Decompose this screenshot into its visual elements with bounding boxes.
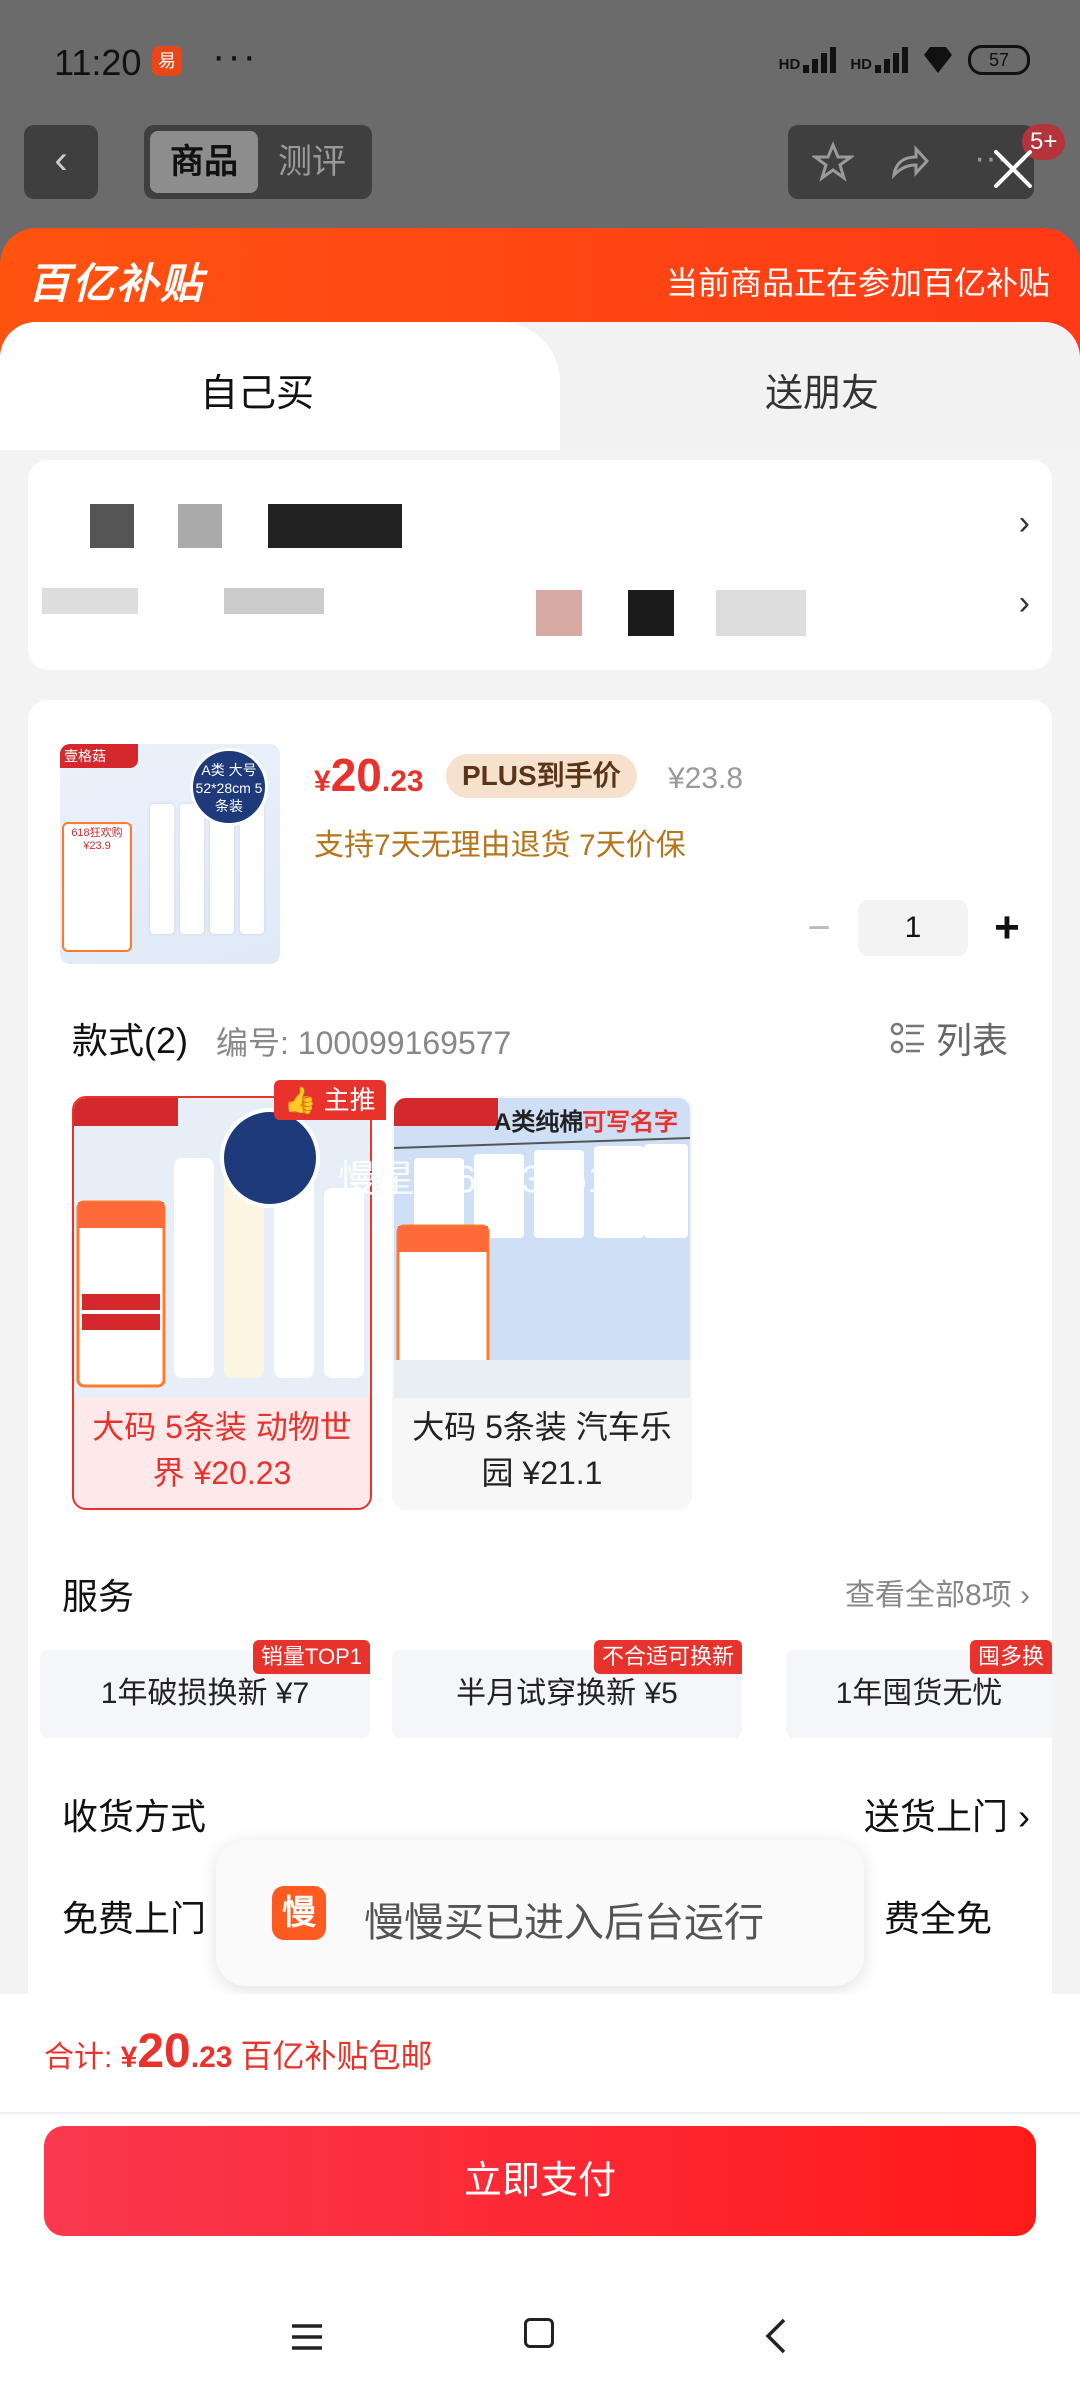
redacted-block [716, 590, 806, 636]
tab-review[interactable]: 测评 [258, 131, 366, 193]
order-content: › › 壹格菇 A类 大号52*28cm 5条装 618狂欢购 ¥23.9 ¥2… [0, 450, 1080, 1995]
redacted-block [536, 590, 582, 636]
status-icons: HD HD 57 [779, 40, 1030, 80]
service-option[interactable]: 1年囤货无忧 囤多换 [786, 1640, 1052, 1738]
variant-image-subtitle: 可写名字 [582, 1109, 678, 1136]
variant-option[interactable]: 大码 5条装 动物世界 ¥20.23 [72, 1096, 372, 1510]
address-card[interactable]: › › [28, 460, 1052, 670]
service-tag: 销量TOP1 [252, 1640, 370, 1674]
home-icon[interactable] [524, 2318, 554, 2348]
checkout-footer: 合计: ¥20.23 百亿补贴包邮 立即支付 [0, 1994, 1080, 2400]
list-view-toggle[interactable]: 列表 [890, 1012, 1008, 1064]
decrease-button[interactable]: − [794, 906, 844, 951]
redacted-block [42, 588, 138, 614]
back-button[interactable]: ‹ [24, 125, 98, 199]
quantity-stepper: − 1 + [794, 900, 1032, 956]
variant-name: 大码 5条装 汽车乐园 ¥21.1 [412, 1409, 672, 1491]
original-price: ¥23.8 [668, 762, 744, 795]
quantity-value[interactable]: 1 [858, 900, 968, 956]
service-tag: 不合适可换新 [593, 1640, 742, 1674]
signal-icon-2: HD [850, 47, 908, 73]
background-toast: 慢 慢慢买已进入后台运行 [216, 1840, 864, 1986]
redacted-block [268, 504, 402, 548]
toast-message: 慢慢买已进入后台运行 [364, 1901, 764, 1945]
product-thumbnail: 壹格菇 A类 大号52*28cm 5条装 618狂欢购 ¥23.9 [60, 744, 280, 964]
share-icon[interactable] [888, 141, 930, 183]
recommended-tag: 👍 主推 [274, 1080, 386, 1120]
more-notifications-icon: ··· [212, 34, 258, 78]
view-all-services[interactable]: 查看全部8项 › [845, 1570, 1030, 1614]
subsidy-note: 当前商品正在参加百亿补贴 [665, 265, 1050, 301]
shipping-method[interactable]: 送货上门 › [864, 1788, 1030, 1840]
signal-icon: HD [779, 47, 837, 73]
variant-image [394, 1098, 690, 1398]
product-card: 壹格菇 A类 大号52*28cm 5条装 618狂欢购 ¥23.9 ¥20.23… [28, 700, 1052, 1995]
chevron-right-icon: › [1018, 584, 1030, 622]
service-option[interactable]: 1年破损换新 ¥7 销量TOP1 [40, 1640, 370, 1738]
battery-icon: 57 [968, 45, 1030, 75]
back-icon[interactable] [760, 2316, 796, 2356]
redacted-block [178, 504, 222, 548]
status-bar: 11:20 易 ··· HD HD 57 [0, 0, 1080, 120]
order-total: 合计: ¥20.23 百亿补贴包邮 [44, 2025, 433, 2078]
product-price: ¥20.23 [314, 749, 424, 801]
plus-price-tag: PLUS到手价 [446, 754, 637, 798]
divider [0, 2112, 1080, 2114]
service-tag: 囤多换 [969, 1640, 1052, 1674]
return-policy: 支持7天无理由退货 7天价保 [314, 829, 686, 862]
product-code: 编号: 100099169577 [216, 1025, 512, 1061]
watermark-text: 慢星人6973761R1 [338, 1159, 661, 1201]
purchase-mode-tabs: 自己买 送朋友 [0, 322, 1080, 452]
status-time: 11:20 [54, 42, 142, 83]
variant-image-title: A类纯棉 [494, 1109, 584, 1136]
product-top-nav: ‹ 商品 测评 ··· [0, 125, 1080, 205]
redacted-block [90, 504, 134, 548]
brand-tag: 壹格菇 [60, 744, 138, 768]
redacted-block [628, 590, 674, 636]
variant-name: 大码 5条装 动物世界 ¥20.23 [92, 1409, 352, 1491]
favorite-icon[interactable] [812, 141, 854, 183]
menu-icon[interactable] [290, 2322, 324, 2352]
wifi-icon [924, 47, 952, 73]
app-notification-icon: 易 [152, 46, 182, 76]
variant-image [74, 1098, 370, 1398]
increase-button[interactable]: + [982, 903, 1032, 953]
tab-buy-for-self[interactable]: 自己买 [0, 322, 560, 452]
service-title: 服务 [62, 1576, 135, 1617]
close-icon[interactable] [986, 142, 1040, 196]
system-nav-bar [0, 2294, 1080, 2400]
free-delivery-note: 费全免 [883, 1898, 992, 1939]
subsidy-logo: 百亿补贴 [28, 260, 205, 307]
service-option[interactable]: 半月试穿换新 ¥5 不合适可换新 [392, 1640, 742, 1738]
style-title: 款式(2) [72, 1020, 188, 1061]
promo-box: 618狂欢购 ¥23.9 [62, 822, 132, 952]
tab-product[interactable]: 商品 [150, 131, 258, 193]
app-icon: 慢 [272, 1886, 326, 1940]
redacted-block [224, 588, 324, 614]
chevron-right-icon: › [1018, 504, 1030, 542]
pay-now-button[interactable]: 立即支付 [44, 2126, 1036, 2236]
grade-badge: A类 大号52*28cm 5条装 [190, 748, 268, 826]
product-tab-switch: 商品 测评 [144, 125, 372, 199]
list-icon [890, 1022, 924, 1054]
tab-gift-friend[interactable]: 送朋友 [765, 362, 879, 417]
free-delivery-label: 免费上门 [62, 1898, 207, 1939]
shipping-title: 收货方式 [62, 1796, 207, 1837]
